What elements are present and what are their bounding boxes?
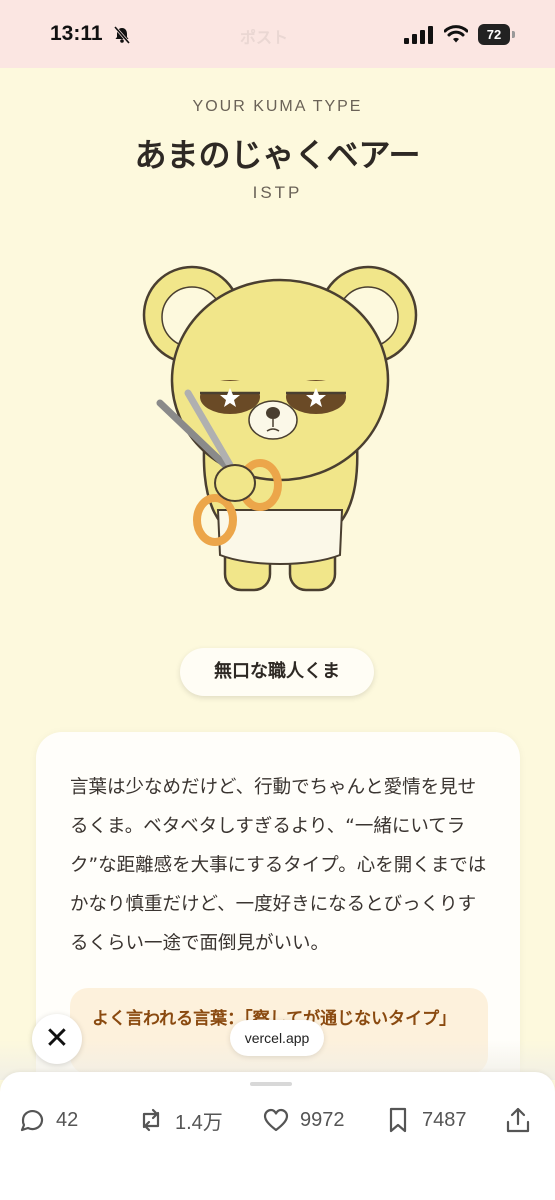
reply-button[interactable]: 42	[18, 1104, 78, 1136]
repost-count: 1.4万	[175, 1111, 223, 1134]
repost-icon	[142, 1108, 160, 1132]
faded-page-title: ポスト	[240, 28, 289, 47]
repost-button[interactable]: 1.4万	[137, 1104, 223, 1136]
share-icon[interactable]	[505, 1106, 531, 1134]
close-button[interactable]: ✕	[32, 1014, 82, 1064]
cellular-signal-icon	[404, 26, 433, 44]
heart-icon	[263, 1108, 289, 1132]
wifi-icon	[444, 25, 468, 43]
type-title: あまのじゃくベアー	[134, 136, 421, 174]
like-button[interactable]: 9972	[262, 1104, 345, 1136]
type-code: ISTP	[252, 183, 303, 202]
battery-icon: 72	[478, 24, 516, 45]
nickname-badge: 無口な職人くま	[180, 648, 374, 696]
bookmark-button[interactable]: 7487	[384, 1104, 467, 1136]
bookmark-icon	[389, 1107, 407, 1133]
bear-illustration	[142, 265, 418, 592]
status-bar: 13:11 ポスト 72	[0, 0, 555, 68]
sheet-grabber[interactable]	[250, 1082, 292, 1086]
type-kicker: YOUR KUMA TYPE	[192, 98, 363, 115]
reply-count: 42	[56, 1108, 79, 1131]
post-action-bar: 42 1.4万 9972 7487	[0, 1072, 555, 1200]
battery-level: 72	[478, 24, 510, 45]
battery-tip	[512, 31, 515, 38]
like-count: 9972	[300, 1108, 345, 1131]
bell-muted-icon	[113, 26, 131, 44]
type-description: 言葉は少なめだけど、行動でちゃんと愛情を見せるくま。ベタベタしすぎるより、“一緒…	[70, 777, 487, 954]
status-time: 13:11	[50, 22, 103, 45]
url-pill[interactable]: vercel.app	[230, 1020, 324, 1056]
reply-icon	[20, 1109, 44, 1132]
bookmark-count: 7487	[422, 1108, 467, 1131]
